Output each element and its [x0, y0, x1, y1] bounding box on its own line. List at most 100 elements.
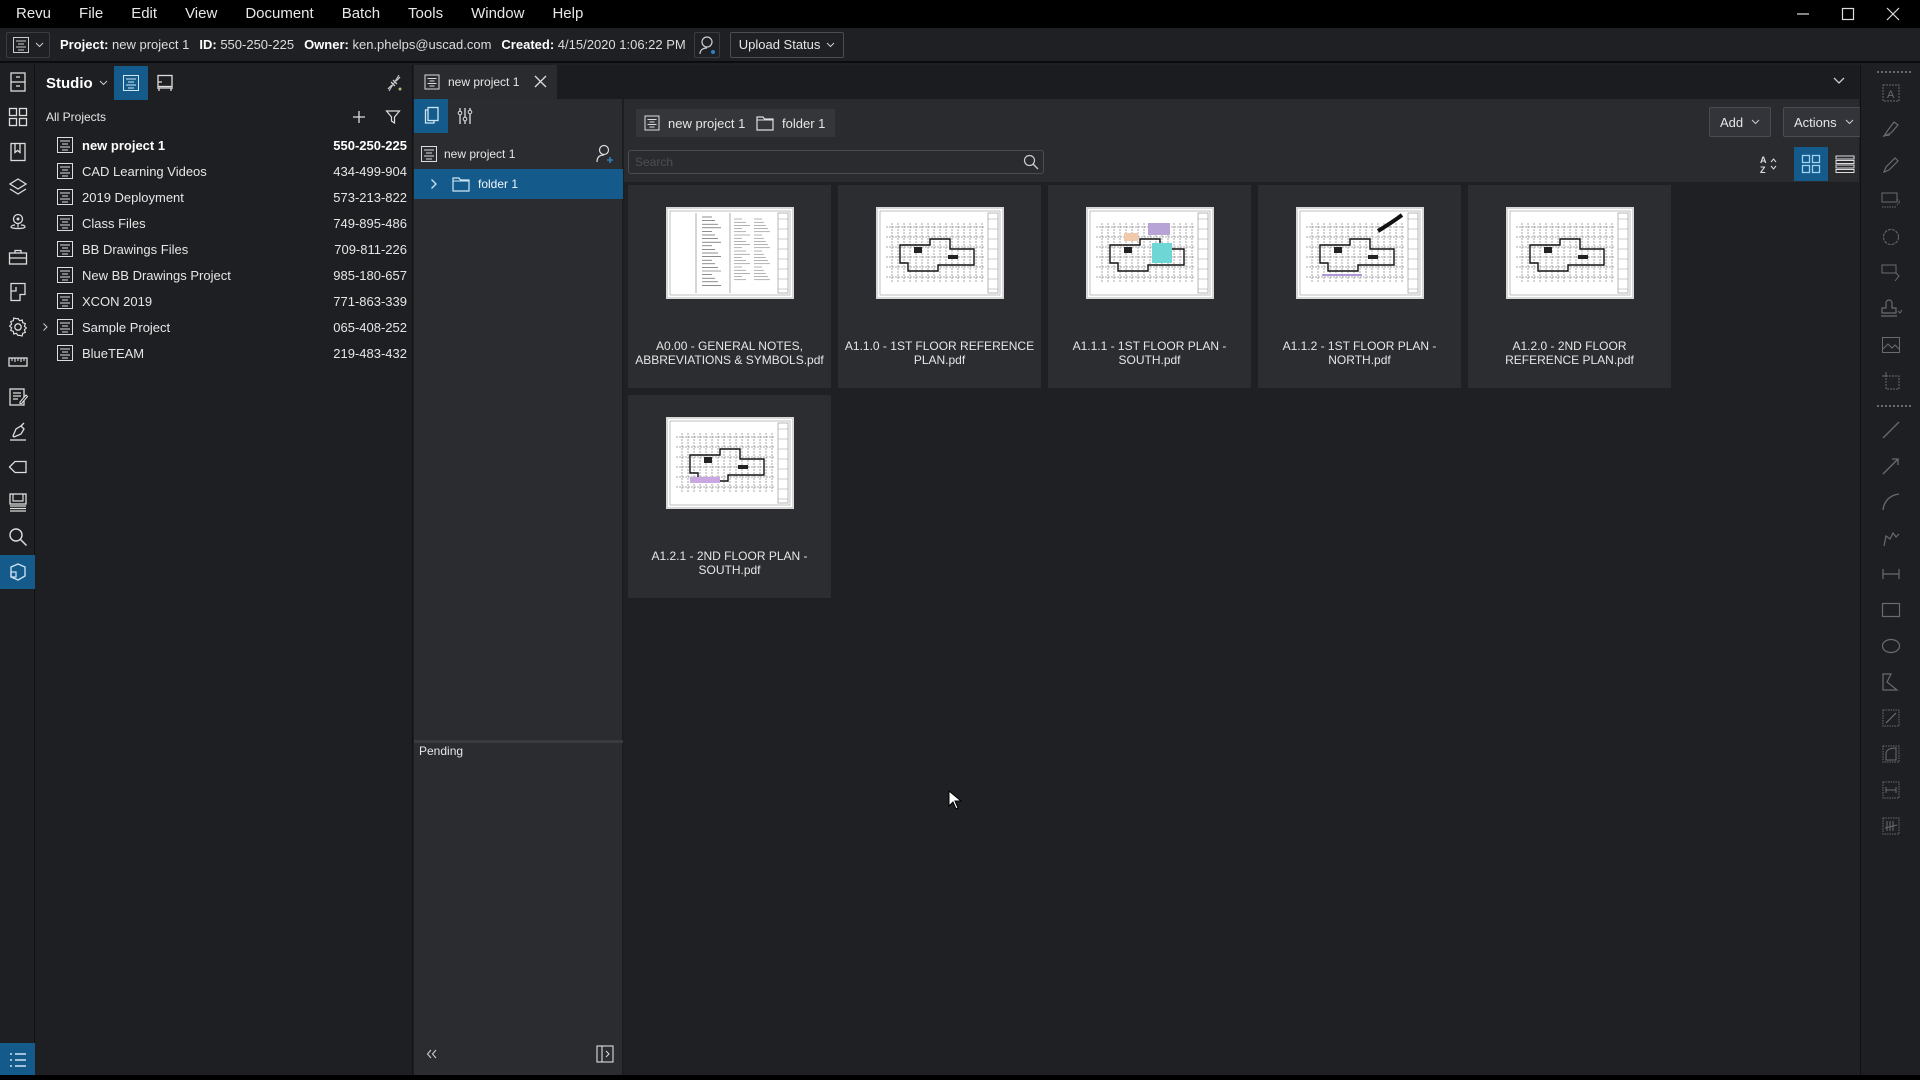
- dimension-tool[interactable]: [1869, 559, 1913, 589]
- collapse-panel-button[interactable]: [426, 1049, 438, 1059]
- menu-tools[interactable]: Tools: [394, 0, 457, 28]
- markups-list-toggle-button[interactable]: [0, 1043, 35, 1077]
- toggle-pending-panel-button[interactable]: [596, 1045, 614, 1063]
- menu-batch[interactable]: Batch: [328, 0, 394, 28]
- close-tab-button[interactable]: [534, 75, 547, 88]
- add-user-button[interactable]: [595, 144, 615, 164]
- breadcrumb-folder[interactable]: folder 1: [748, 109, 836, 137]
- layers-tab[interactable]: [0, 170, 35, 204]
- project-list-item[interactable]: new project 1 550-250-225: [36, 132, 413, 158]
- file-tile[interactable]: A1.1.0 - 1ST FLOOR REFERENCE PLAN.pdf: [838, 185, 1041, 388]
- file-tile[interactable]: A1.2.0 - 2ND FLOOR REFERENCE PLAN.pdf: [1468, 185, 1671, 388]
- snapshot-tool[interactable]: [1869, 366, 1913, 396]
- tool-group-grip[interactable]: [1877, 405, 1911, 407]
- project-list-item[interactable]: Class Files 749-895-486: [36, 210, 413, 236]
- tags-tab[interactable]: [0, 450, 35, 484]
- search-input[interactable]: [629, 151, 1009, 173]
- tab-list-dropdown[interactable]: [1833, 77, 1845, 85]
- sets-tab[interactable]: [0, 485, 35, 519]
- maximize-button[interactable]: [1825, 0, 1871, 28]
- list-view-button[interactable]: [1828, 147, 1862, 181]
- pen-tool[interactable]: [1869, 150, 1913, 180]
- add-dropdown-button[interactable]: Add: [1709, 107, 1772, 137]
- studio-title[interactable]: Studio: [46, 75, 93, 92]
- callout-tool[interactable]: [1869, 186, 1913, 216]
- menu-view[interactable]: View: [171, 0, 231, 28]
- actions-dropdown-button[interactable]: Actions: [1783, 107, 1865, 137]
- project-list-item[interactable]: Sample Project 065-408-252: [36, 314, 413, 340]
- measure-area-tool[interactable]: [1869, 739, 1913, 769]
- studio-tab[interactable]: [0, 555, 35, 589]
- ellipse-tool[interactable]: [1869, 631, 1913, 661]
- project-list-item[interactable]: BB Drawings Files 709-811-226: [36, 236, 413, 262]
- project-list-item[interactable]: CAD Learning Videos 434-499-904: [36, 158, 413, 184]
- file-thumbnail[interactable]: [1506, 207, 1634, 299]
- tree-folder-1[interactable]: folder 1: [414, 169, 623, 199]
- chevron-right-icon[interactable]: [42, 322, 49, 332]
- project-list-item[interactable]: New BB Drawings Project 985-180-657: [36, 262, 413, 288]
- file-access-tab[interactable]: [0, 65, 35, 99]
- tool-group-grip[interactable]: [1877, 71, 1911, 73]
- project-files-tab[interactable]: [414, 99, 448, 133]
- tree-root-project[interactable]: new project 1: [414, 139, 623, 169]
- pending-divider[interactable]: [414, 740, 623, 743]
- studio-projects-tab[interactable]: [113, 66, 148, 100]
- measure-distance-tool[interactable]: [1869, 775, 1913, 805]
- add-project-button[interactable]: [351, 109, 367, 125]
- project-list-item[interactable]: 2019 Deployment 573-213-822: [36, 184, 413, 210]
- file-tile[interactable]: A0.00 - GENERAL NOTES, ABBREVIATIONS & S…: [628, 185, 831, 388]
- project-list-item[interactable]: XCON 2019 771-863-339: [36, 288, 413, 314]
- places-tab[interactable]: [0, 205, 35, 239]
- project-settings-tab[interactable]: [448, 99, 482, 133]
- project-menu-button[interactable]: [6, 31, 50, 58]
- menu-help[interactable]: Help: [538, 0, 597, 28]
- stamp-tool[interactable]: [1869, 294, 1913, 324]
- menu-window[interactable]: Window: [457, 0, 538, 28]
- sort-button[interactable]: AZ: [1752, 147, 1786, 181]
- arc-tool[interactable]: [1869, 487, 1913, 517]
- upload-status-dropdown[interactable]: Upload Status: [729, 31, 845, 58]
- file-thumbnail[interactable]: [876, 207, 1004, 299]
- polyline-tool[interactable]: [1869, 523, 1913, 553]
- tab-new-project-1[interactable]: new project 1: [414, 65, 557, 99]
- text-box-tool[interactable]: A: [1869, 78, 1913, 108]
- attendees-button[interactable]: [693, 31, 720, 58]
- close-window-button[interactable]: [1870, 0, 1916, 28]
- menu-document[interactable]: Document: [231, 0, 327, 28]
- cloud-tool[interactable]: [1869, 222, 1913, 252]
- studio-sessions-tab[interactable]: [148, 66, 182, 100]
- chevron-down-icon[interactable]: [99, 80, 108, 86]
- line-tool[interactable]: [1869, 415, 1913, 445]
- rectangle-tool[interactable]: [1869, 595, 1913, 625]
- studio-connection-button[interactable]: [385, 74, 403, 92]
- arrow-tool[interactable]: [1869, 451, 1913, 481]
- measurements-tab[interactable]: [0, 345, 35, 379]
- bookmarks-tab[interactable]: [0, 135, 35, 169]
- note-tool[interactable]: [1869, 258, 1913, 288]
- file-thumbnail[interactable]: [1296, 207, 1424, 299]
- chevron-right-icon[interactable]: [430, 178, 438, 190]
- measure-count-tool[interactable]: [1869, 811, 1913, 841]
- menu-edit[interactable]: Edit: [117, 0, 171, 28]
- image-tool[interactable]: [1869, 330, 1913, 360]
- thumbnails-tab[interactable]: [0, 100, 35, 134]
- file-tile[interactable]: A1.1.2 - 1ST FLOOR PLAN - NORTH.pdf: [1258, 185, 1461, 388]
- file-tile[interactable]: A1.1.1 - 1ST FLOOR PLAN - SOUTH.pdf: [1048, 185, 1251, 388]
- grid-view-button[interactable]: [1794, 147, 1828, 181]
- minimize-button[interactable]: [1780, 0, 1826, 28]
- menu-file[interactable]: File: [65, 0, 117, 28]
- spaces-tab[interactable]: [0, 275, 35, 309]
- project-list-item[interactable]: BlueTEAM 219-483-432: [36, 340, 413, 366]
- properties-tab[interactable]: [0, 310, 35, 344]
- markups-list-tab[interactable]: [0, 380, 35, 414]
- file-thumbnail[interactable]: [666, 207, 794, 299]
- file-thumbnail[interactable]: [1086, 207, 1214, 299]
- highlighter-tool[interactable]: [1869, 114, 1913, 144]
- toolchest-tab[interactable]: [0, 240, 35, 274]
- breadcrumb-project[interactable]: new project 1: [636, 109, 756, 137]
- file-thumbnail[interactable]: [666, 417, 794, 509]
- filter-projects-button[interactable]: [385, 109, 401, 125]
- search-tab[interactable]: [0, 520, 35, 554]
- menu-revu[interactable]: Revu: [0, 0, 65, 28]
- search-button[interactable]: [1023, 154, 1039, 170]
